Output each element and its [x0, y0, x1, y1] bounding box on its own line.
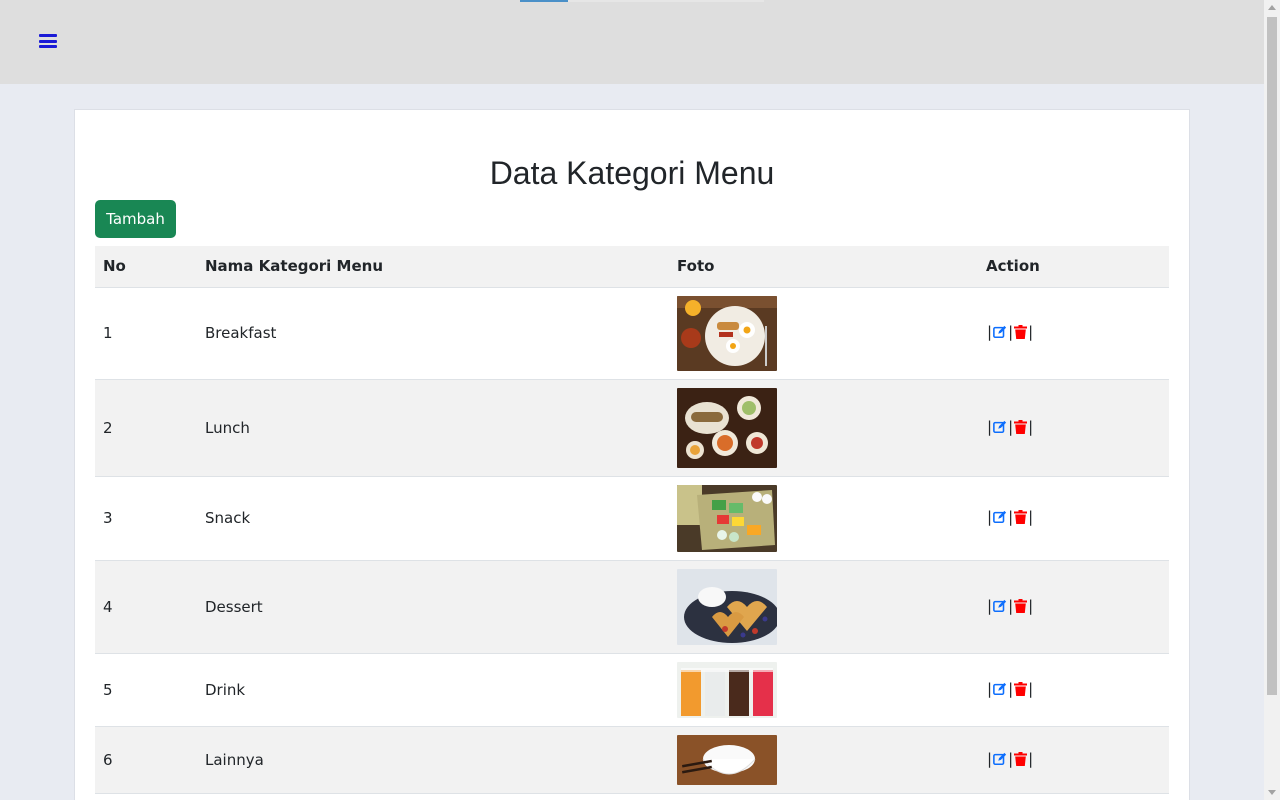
action-separator: | [987, 596, 993, 615]
row-number: 5 [95, 653, 197, 727]
row-photo-cell [669, 287, 978, 380]
row-photo-cell [669, 379, 978, 477]
action-separator: | [1008, 323, 1014, 341]
row-category-name: Breakfast [197, 287, 669, 380]
action-separator: | [1028, 417, 1034, 436]
action-separator: | [987, 679, 993, 698]
table-row: 4 Dessert | | | [95, 560, 1169, 654]
table-row: 5 Drink | | | [95, 653, 1169, 727]
row-photo-cell [669, 476, 978, 561]
action-separator: | [1028, 679, 1034, 698]
trash-icon[interactable] [1014, 681, 1028, 700]
row-number: 6 [95, 726, 197, 794]
row-category-name: Lunch [197, 379, 669, 477]
action-separator: | [987, 749, 993, 768]
edit-icon[interactable] [993, 420, 1007, 438]
edit-icon[interactable] [993, 599, 1007, 617]
edit-icon[interactable] [993, 510, 1007, 528]
action-separator: | [1008, 596, 1014, 615]
trash-icon[interactable] [1014, 751, 1028, 770]
row-actions: | | | [978, 476, 1169, 561]
trash-icon[interactable] [1014, 419, 1028, 438]
scroll-down-arrow-icon[interactable] [1268, 790, 1276, 795]
table-row: 3 Snack | | | [95, 476, 1169, 561]
table-row: 1 Breakfast | | | [95, 287, 1169, 380]
category-photo [677, 295, 777, 371]
action-separator: | [1008, 508, 1014, 526]
edit-icon[interactable] [993, 325, 1007, 343]
column-header-name: Nama Kategori Menu [197, 246, 669, 288]
row-photo-cell [669, 560, 978, 654]
trash-icon[interactable] [1014, 325, 1028, 343]
content-card: Data Kategori Menu Tambah No Nama Katego… [74, 109, 1190, 800]
row-actions: | | | [978, 726, 1169, 794]
loading-strip-track [568, 0, 764, 2]
action-separator: | [1028, 596, 1034, 615]
add-button[interactable]: Tambah [95, 200, 176, 238]
scroll-up-arrow-icon[interactable] [1268, 5, 1276, 10]
category-photo [677, 484, 777, 552]
action-separator: | [1008, 679, 1014, 698]
row-number: 1 [95, 287, 197, 380]
table-row: 2 Lunch | | | [95, 379, 1169, 477]
row-number: 3 [95, 476, 197, 561]
loading-strip [520, 0, 568, 2]
action-separator: | [1028, 508, 1034, 526]
action-separator: | [1008, 749, 1014, 768]
category-photo [677, 568, 777, 645]
row-photo-cell [669, 653, 978, 727]
page-scrollbar[interactable] [1264, 0, 1280, 800]
trash-icon[interactable] [1014, 598, 1028, 617]
edit-icon[interactable] [993, 682, 1007, 700]
row-category-name: Dessert [197, 560, 669, 654]
action-separator: | [987, 323, 993, 341]
action-separator: | [1008, 417, 1014, 436]
action-separator: | [1028, 323, 1034, 341]
edit-icon[interactable] [993, 752, 1007, 770]
row-actions: | | | [978, 653, 1169, 727]
row-number: 4 [95, 560, 197, 654]
column-header-action: Action [978, 246, 1169, 288]
row-actions: | | | [978, 560, 1169, 654]
category-table: No Nama Kategori Menu Foto Action 1 Break… [95, 246, 1169, 794]
category-photo [677, 734, 777, 785]
table-row: 6 Lainnya | | | [95, 726, 1169, 794]
scrollbar-thumb[interactable] [1267, 17, 1277, 695]
trash-icon[interactable] [1014, 510, 1028, 528]
category-photo [677, 661, 777, 718]
top-navbar [0, 0, 1264, 84]
action-separator: | [987, 417, 993, 436]
table-header-row: No Nama Kategori Menu Foto Action [95, 246, 1169, 288]
row-category-name: Lainnya [197, 726, 669, 794]
row-number: 2 [95, 379, 197, 477]
column-header-no: No [95, 246, 197, 288]
row-category-name: Snack [197, 476, 669, 561]
row-photo-cell [669, 726, 978, 794]
row-category-name: Drink [197, 653, 669, 727]
action-separator: | [987, 508, 993, 526]
row-actions: | | | [978, 379, 1169, 477]
category-photo [677, 387, 777, 468]
hamburger-icon[interactable] [39, 32, 57, 50]
action-separator: | [1028, 749, 1034, 768]
page-title: Data Kategori Menu [489, 155, 775, 191]
row-actions: | | | [978, 287, 1169, 380]
column-header-foto: Foto [669, 246, 978, 288]
